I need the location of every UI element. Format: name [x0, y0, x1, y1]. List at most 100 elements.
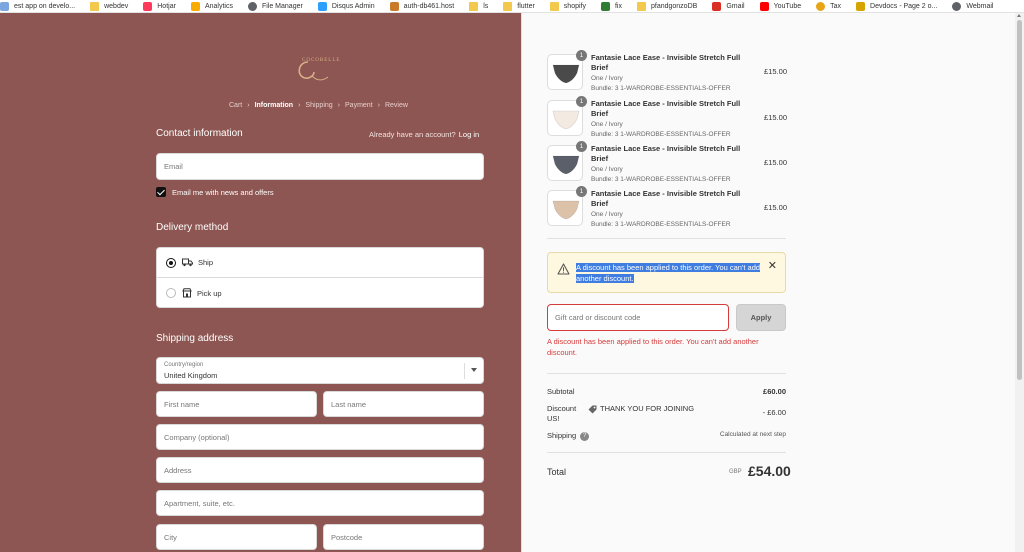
product-line-item: 1 Fantasie Lace Ease - Invisible Stretch … [547, 96, 787, 138]
bookmark-item[interactable]: Tax [816, 0, 841, 12]
shipping-row: Shipping? Calculated at next step [547, 431, 786, 441]
bookmark-item[interactable]: YouTube [759, 0, 802, 12]
bookmark-item[interactable]: Analytics [190, 0, 233, 12]
app-icon [0, 1, 9, 11]
bookmark-item[interactable]: Webmail [952, 0, 994, 12]
bookmark-label: Hotjar [157, 2, 176, 10]
product-line-item: 1 Fantasie Lace Ease - Invisible Stretch … [547, 186, 787, 228]
breadcrumb-shipping: Shipping [305, 102, 333, 109]
notice-message: A discount has been applied to this orde… [576, 262, 766, 284]
account-question: Already have an account? Log in [369, 130, 479, 139]
bookmark-item[interactable]: ls [469, 0, 489, 12]
country-value: United Kingdom [164, 371, 218, 380]
divider [547, 373, 786, 374]
bookmark-label: Disqus Admin [331, 2, 375, 10]
product-bundle: Bundle: 3 1-WARDROBE-ESSENTIALS-OFFER [591, 221, 731, 228]
address-input[interactable] [156, 457, 484, 483]
bookmark-label: YouTube [773, 2, 802, 10]
postcode-input[interactable] [323, 524, 484, 550]
total-label: Total [547, 467, 567, 477]
scroll-up-icon[interactable] [1017, 14, 1021, 17]
delivery-title: Delivery method [156, 222, 229, 233]
subtotal-row: Subtotal £60.00 [547, 387, 786, 396]
delivery-option-ship[interactable]: Ship [157, 248, 483, 278]
bookmark-label: ls [483, 2, 489, 10]
bookmark-item[interactable]: pfandgonzoDB [636, 0, 697, 12]
company-input[interactable] [156, 424, 484, 450]
first-name-input[interactable] [156, 391, 317, 417]
chevron-right-icon: › [377, 102, 380, 109]
help-icon[interactable]: ? [580, 431, 590, 441]
breadcrumb-cart[interactable]: Cart [229, 102, 242, 109]
product-line-item: 1 Fantasie Lace Ease - Invisible Stretch … [547, 50, 787, 92]
breadcrumb-payment: Payment [345, 102, 373, 109]
apartment-input[interactable] [156, 490, 484, 516]
disqus-icon [317, 1, 327, 11]
bookmark-item[interactable]: File Manager [247, 0, 303, 12]
product-name: Fantasie Lace Ease - Invisible Stretch F… [591, 189, 741, 208]
newsletter-row[interactable]: Email me with news and offers [156, 187, 274, 197]
discount-notice: A discount has been applied to this orde… [547, 252, 786, 293]
scrollbar-thumb[interactable] [1017, 20, 1022, 380]
last-name-input[interactable] [323, 391, 484, 417]
country-label: Country/region [164, 362, 204, 368]
bookmark-item[interactable]: Devdocs - Page 2 o... [856, 0, 937, 12]
folder-icon [636, 1, 646, 11]
pickup-label: Pick up [197, 288, 222, 298]
divider [547, 452, 786, 453]
total-currency: GBP [729, 469, 742, 475]
ship-label: Ship [198, 258, 214, 267]
bookmark-item[interactable]: est app on develo... [0, 0, 75, 12]
chevron-right-icon: › [247, 102, 250, 109]
product-bundle: Bundle: 3 1-WARDROBE-ESSENTIALS-OFFER [591, 131, 731, 138]
delivery-option-pickup[interactable]: Pick up [157, 278, 483, 308]
breadcrumb-information: Information [254, 102, 294, 109]
analytics-icon [190, 1, 200, 11]
login-link[interactable]: Log in [459, 130, 479, 139]
bookmark-label: shopify [563, 2, 586, 10]
ship-radio[interactable] [166, 257, 176, 268]
apply-button[interactable]: Apply [736, 304, 786, 331]
country-select[interactable]: Country/region United Kingdom [156, 357, 484, 384]
product-price: £15.00 [764, 158, 787, 167]
discount-code-line2: US! [547, 414, 560, 423]
globe-icon [247, 1, 257, 11]
product-bundle: Bundle: 3 1-WARDROBE-ESSENTIALS-OFFER [591, 176, 731, 183]
account-question-text: Already have an account? [369, 130, 456, 139]
folder-icon [549, 1, 559, 11]
bookmark-item[interactable]: auth-db461.host [389, 0, 454, 12]
product-name: Fantasie Lace Ease - Invisible Stretch F… [591, 144, 741, 163]
discount-code-input[interactable] [547, 304, 729, 331]
gmail-icon [712, 1, 722, 11]
bookmark-item[interactable]: shopify [549, 0, 586, 12]
youtube-icon [759, 1, 769, 11]
quantity-badge: 1 [576, 50, 587, 61]
bookmark-item[interactable]: Disqus Admin [317, 0, 375, 12]
newsletter-label: Email me with news and offers [172, 187, 274, 197]
store-icon [182, 288, 192, 298]
discount-error: A discount has been applied to this orde… [547, 337, 759, 357]
newsletter-checkbox[interactable] [156, 187, 166, 197]
bookmark-label: File Manager [261, 2, 303, 10]
scrollbar[interactable] [1015, 13, 1024, 552]
tag-icon [588, 405, 597, 414]
bookmark-label: webdev [104, 2, 129, 10]
quantity-badge: 1 [576, 186, 587, 197]
bookmark-item[interactable]: Gmail [712, 0, 745, 12]
bookmark-item[interactable]: flutter [503, 0, 535, 12]
bookmark-item[interactable]: webdev [90, 0, 129, 12]
product-variant: One / Ivory [591, 75, 623, 82]
close-icon[interactable]: ✕ [768, 261, 777, 272]
bookmark-label: Webmail [966, 2, 994, 10]
product-name: Fantasie Lace Ease - Invisible Stretch F… [591, 99, 741, 118]
pickup-radio[interactable] [166, 288, 176, 298]
bookmark-item[interactable]: fix [600, 0, 622, 12]
chevron-down-icon [471, 368, 477, 372]
product-price: £15.00 [764, 203, 787, 212]
email-input[interactable] [156, 153, 484, 180]
subtotal-label: Subtotal [547, 387, 575, 396]
city-input[interactable] [156, 524, 317, 550]
discount-label: Discount [547, 404, 577, 413]
bookmark-item[interactable]: Hotjar [143, 0, 176, 12]
contact-title: Contact information [156, 128, 243, 139]
